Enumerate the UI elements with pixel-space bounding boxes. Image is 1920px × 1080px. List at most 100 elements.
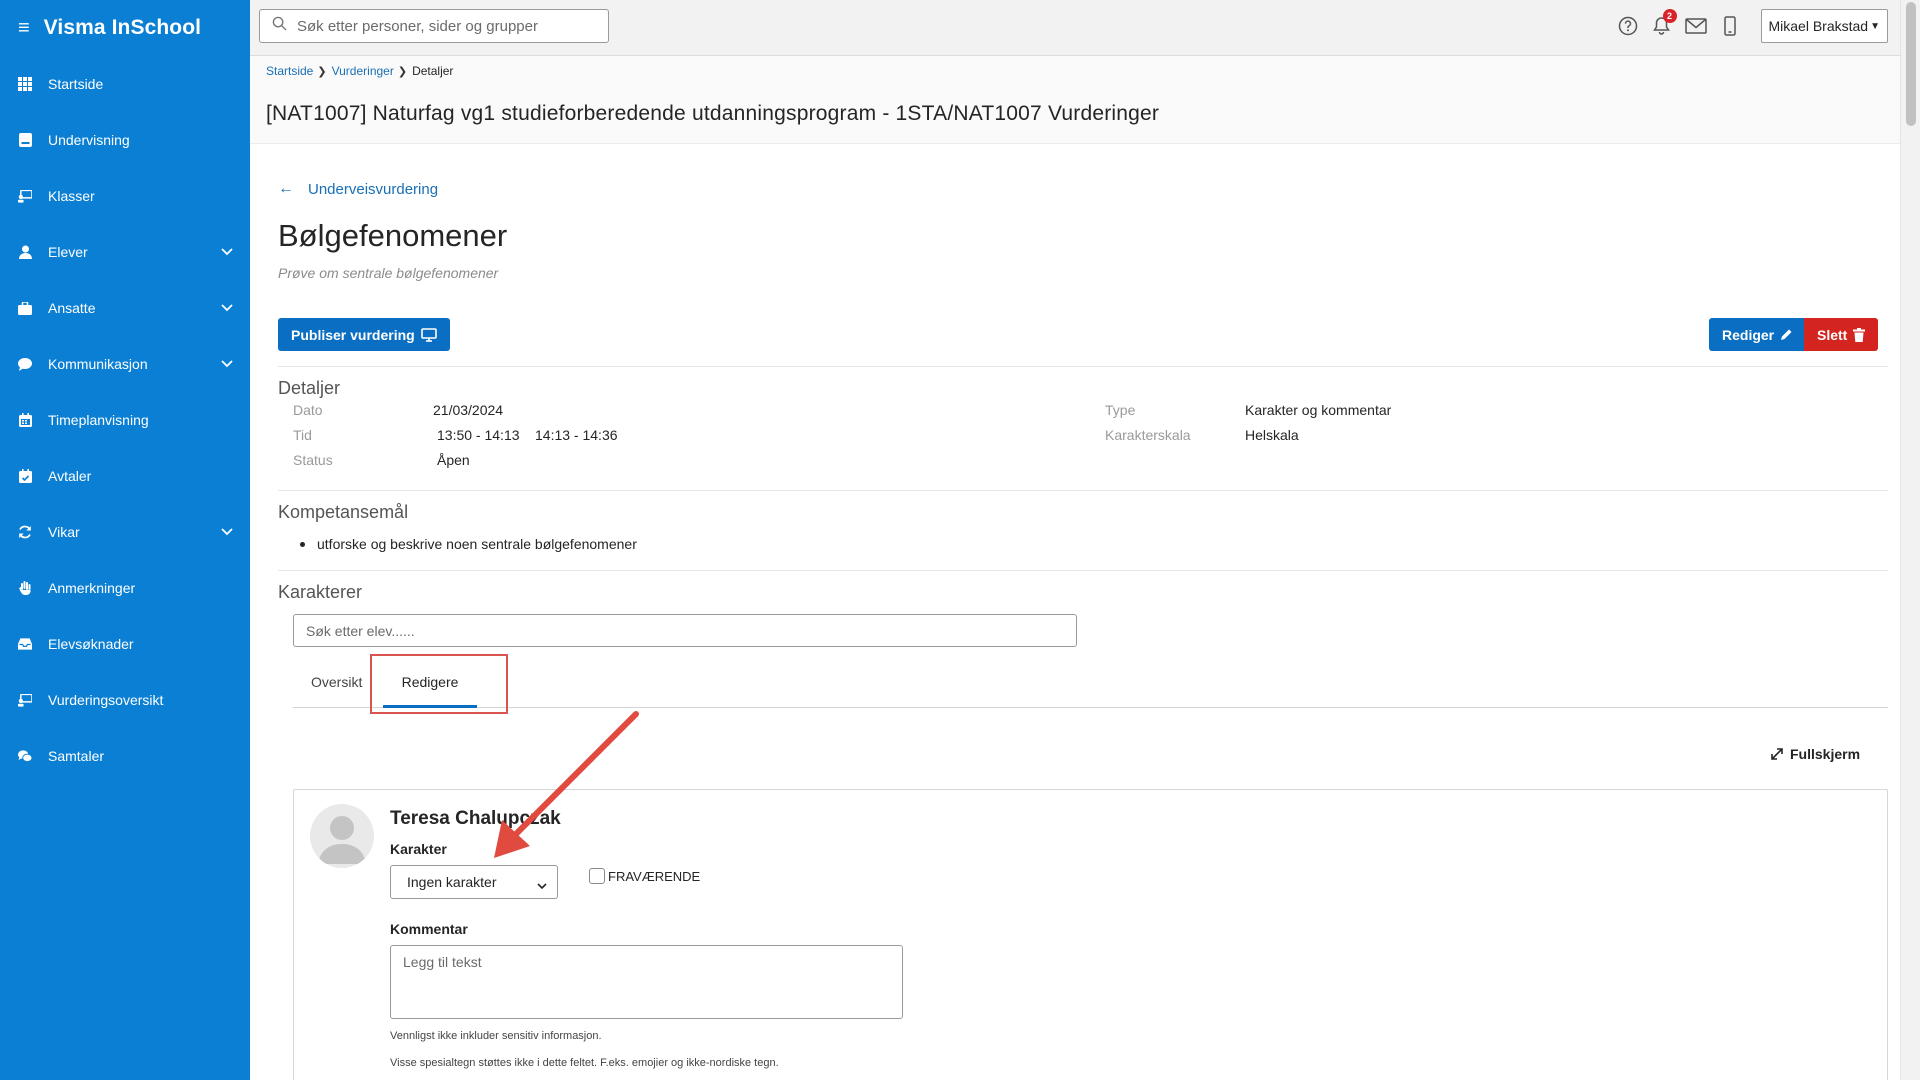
sidebar-item-label: Anmerkninger xyxy=(48,580,136,596)
student-grade-card: Teresa Chalupczak Karakter Ingen karakte… xyxy=(293,789,1888,1080)
date-label: Dato xyxy=(293,402,323,418)
grade-scale-label: Karakterskala xyxy=(1105,427,1191,443)
sidebar-item-samtaler[interactable]: Samtaler xyxy=(0,728,250,784)
trash-icon xyxy=(1853,327,1866,342)
classroom-icon xyxy=(18,189,32,203)
breadcrumb: Startside ❯ Vurderinger ❯ Detaljer xyxy=(266,64,453,78)
sidebar: ≡ Visma InSchool Startside Undervisning Kl… xyxy=(0,0,250,1080)
comment-textarea[interactable] xyxy=(390,945,903,1019)
absent-checkbox[interactable] xyxy=(589,868,605,884)
sidebar-item-label: Elever xyxy=(48,244,88,260)
notification-badge: 2 xyxy=(1662,9,1677,23)
sidebar-item-klasser[interactable]: Klasser xyxy=(0,168,250,224)
publish-assessment-button[interactable]: Publiser vurdering xyxy=(278,318,450,351)
sidebar-item-timeplanvisning[interactable]: Timeplanvisning xyxy=(0,392,250,448)
competence-heading: Kompetansemål xyxy=(278,502,409,522)
chevron-down-icon[interactable] xyxy=(218,360,236,368)
tab-overview[interactable]: Oversikt xyxy=(311,656,362,708)
back-link[interactable]: ← Underveisvurdering xyxy=(278,180,438,198)
sidebar-item-elevsøknader[interactable]: Elevsøknader xyxy=(0,616,250,672)
calendar-icon xyxy=(18,413,32,427)
delete-label: Slett xyxy=(1817,326,1848,343)
chevron-down-icon[interactable] xyxy=(218,528,236,536)
book-icon xyxy=(18,133,32,147)
breadcrumb-home[interactable]: Startside xyxy=(266,64,313,78)
sidebar-item-vurderingsoversikt[interactable]: Vurderingsoversikt xyxy=(0,672,250,728)
delete-button[interactable]: Slett xyxy=(1804,318,1879,351)
sidebar-item-label: Kommunikasjon xyxy=(48,356,148,372)
sidebar-item-vikar[interactable]: Vikar xyxy=(0,504,250,560)
bell-icon[interactable]: 2 xyxy=(1645,9,1679,43)
topbar: 2 Mikael Brakstad ▼ xyxy=(250,0,1900,56)
sidebar-item-ansatte[interactable]: Ansatte xyxy=(0,280,250,336)
user-name: Mikael Brakstad xyxy=(1768,18,1869,34)
grade-tabs: Oversikt Redigere xyxy=(293,656,1888,708)
hand-icon xyxy=(18,581,32,595)
page-scrollbar[interactable] xyxy=(1900,0,1920,1080)
grade-select[interactable]: Ingen karakter xyxy=(390,865,558,899)
chevron-right-icon: ❯ xyxy=(317,65,327,78)
mobile-icon[interactable] xyxy=(1713,9,1747,43)
edit-button[interactable]: Rediger xyxy=(1709,318,1807,351)
search-icon xyxy=(272,16,287,36)
details-heading: Detaljer xyxy=(278,378,341,398)
time-label: Tid xyxy=(293,427,312,443)
chevron-down-icon[interactable] xyxy=(218,304,236,312)
special-chars-hint: Visse spesialtegn støttes ikke i dette f… xyxy=(390,1057,779,1069)
sensitive-info-hint: Vennligst ikke inkluder sensitiv informa… xyxy=(390,1030,602,1042)
chevron-down-icon xyxy=(537,877,547,893)
global-search[interactable] xyxy=(259,9,609,43)
student-icon xyxy=(18,245,32,259)
sidebar-item-anmerkninger[interactable]: Anmerkninger xyxy=(0,560,250,616)
global-search-input[interactable] xyxy=(297,17,608,35)
breadcrumb-assessments[interactable]: Vurderinger xyxy=(332,64,394,78)
annotation-highlight-box xyxy=(370,654,508,714)
pencil-icon xyxy=(1780,328,1793,341)
brand: ≡ Visma InSchool xyxy=(0,0,250,56)
grade-scale-value: Helskala xyxy=(1245,427,1299,443)
app-title[interactable]: Visma InSchool xyxy=(44,16,201,40)
chevron-down-icon[interactable] xyxy=(218,248,236,256)
chevron-right-icon: ❯ xyxy=(397,65,408,78)
sidebar-item-label: Klasser xyxy=(48,188,95,204)
type-value: Karakter og kommentar xyxy=(1245,402,1392,418)
sidebar-item-elever[interactable]: Elever xyxy=(0,224,250,280)
chat-bubble-icon xyxy=(18,357,32,371)
page-header: Startside ❯ Vurderinger ❯ Detaljer [NAT1… xyxy=(250,56,1900,144)
scrollbar-thumb[interactable] xyxy=(1906,2,1916,126)
divider xyxy=(278,490,1888,491)
assessment-subtitle: Prøve om sentrale bølgefenomener xyxy=(278,265,499,281)
sidebar-item-kommunikasjon[interactable]: Kommunikasjon xyxy=(0,336,250,392)
bullet-icon xyxy=(300,541,305,547)
mail-icon[interactable] xyxy=(1679,9,1713,43)
caret-down-icon: ▼ xyxy=(1870,20,1880,32)
assessment-icon xyxy=(18,693,32,707)
absent-label: FRAVÆRENDE xyxy=(608,868,701,884)
student-search-input[interactable] xyxy=(293,614,1077,647)
sidebar-item-startside[interactable]: Startside xyxy=(0,56,250,112)
sidebar-item-label: Samtaler xyxy=(48,748,105,764)
edit-label: Rediger xyxy=(1722,326,1775,343)
type-label: Type xyxy=(1105,402,1136,418)
sidebar-nav: Startside Undervisning Klasser Elever Ansatt… xyxy=(0,56,250,784)
divider xyxy=(278,366,1888,367)
help-icon[interactable] xyxy=(1611,9,1645,43)
sidebar-item-label: Elevsøknader xyxy=(48,636,134,652)
grid-icon xyxy=(18,77,32,91)
absent-checkbox-wrapper[interactable]: FRAVÆRENDE xyxy=(589,868,700,884)
fullscreen-button[interactable]: Fullskjerm xyxy=(1770,746,1860,762)
refresh-icon xyxy=(18,525,32,539)
sidebar-item-undervisning[interactable]: Undervisning xyxy=(0,112,250,168)
expand-icon xyxy=(1770,747,1784,761)
status-label: Status xyxy=(293,452,333,468)
user-menu-button[interactable]: Mikael Brakstad ▼ xyxy=(1760,9,1888,43)
hamburger-menu-icon[interactable]: ≡ xyxy=(18,18,30,38)
comment-label: Kommentar xyxy=(390,921,468,937)
student-name: Teresa Chalupczak xyxy=(390,808,561,829)
sidebar-item-label: Undervisning xyxy=(48,132,130,148)
sidebar-item-label: Avtaler xyxy=(48,468,92,484)
sidebar-item-avtaler[interactable]: Avtaler xyxy=(0,448,250,504)
time-value-1: 13:50 - 14:13 xyxy=(437,427,520,443)
sidebar-item-label: Startside xyxy=(48,76,104,92)
grades-heading: Karakterer xyxy=(278,582,363,602)
